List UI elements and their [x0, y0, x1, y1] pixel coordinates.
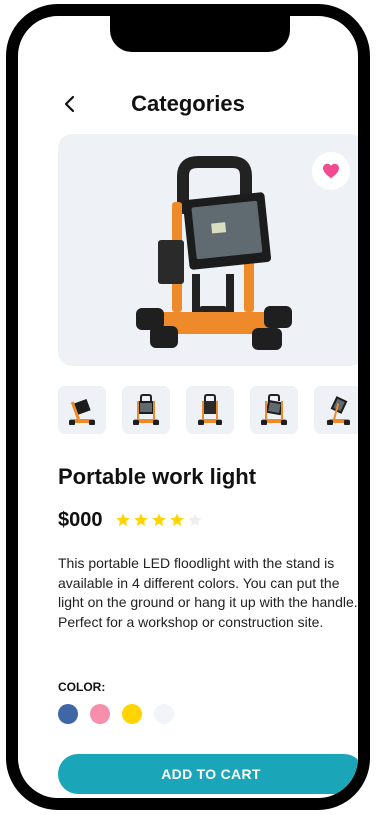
work-light-thumbnail-icon [261, 394, 287, 425]
star-filled-icon [169, 513, 184, 526]
thumbnail-3[interactable] [186, 386, 234, 434]
phone-notch [110, 16, 290, 52]
star-filled-icon [115, 513, 130, 526]
work-light-thumbnail-icon [327, 396, 350, 425]
color-swatch-1[interactable] [58, 704, 78, 724]
star-filled-icon [133, 513, 148, 526]
favorite-button[interactable] [312, 152, 350, 190]
product-price: $000 [58, 508, 103, 531]
thumbnail-4[interactable] [250, 386, 298, 434]
color-swatch-4[interactable] [154, 704, 174, 724]
thumbnail-1[interactable] [58, 386, 106, 434]
color-label: COLOR: [58, 680, 106, 694]
work-light-image [136, 156, 292, 350]
color-swatch-2[interactable] [90, 704, 110, 724]
work-light-thumbnail-icon [198, 394, 222, 425]
header: Categories [18, 86, 358, 122]
phone-screen: Categories Portable work light $000 This… [0, 0, 388, 816]
heart-icon [323, 163, 339, 179]
work-light-thumbnail-icon [133, 394, 159, 425]
thumbnail-2[interactable] [122, 386, 170, 434]
color-swatches [58, 704, 174, 724]
phone-frame: Categories Portable work light $000 This… [6, 4, 370, 810]
star-empty-icon [187, 513, 202, 526]
thumbnail-5[interactable] [314, 386, 358, 434]
chevron-left-icon [64, 95, 75, 113]
rating-stars [115, 512, 203, 528]
add-to-cart-button[interactable]: ADD TO CART [58, 754, 358, 794]
work-light-thumbnail-icon [69, 398, 95, 425]
color-swatch-3[interactable] [122, 704, 142, 724]
product-name: Portable work light [58, 464, 257, 489]
star-filled-icon [151, 513, 166, 526]
price-row: $000 [58, 506, 203, 534]
product-description: This portable LED floodlight with the st… [58, 555, 358, 630]
thumbnail-strip [58, 386, 358, 438]
product-hero-image [58, 134, 358, 366]
back-button[interactable] [56, 88, 84, 120]
